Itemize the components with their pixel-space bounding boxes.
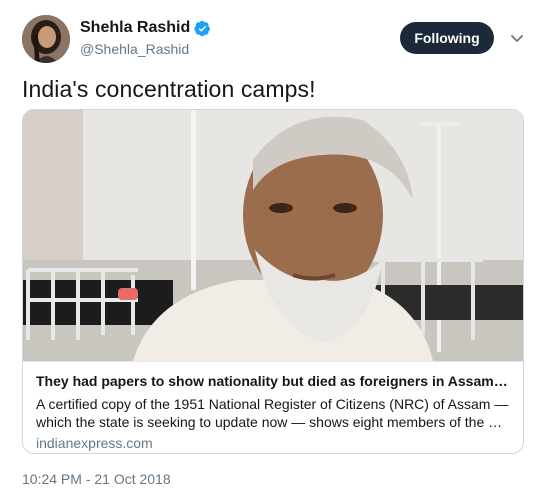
display-name[interactable]: Shehla Rashid (80, 18, 190, 38)
tweet-timestamp[interactable]: 10:24 PM - 21 Oct 2018 (22, 470, 171, 488)
card-description-line: A certified copy of the 1951 National Re… (36, 396, 509, 412)
chevron-down-icon[interactable] (508, 29, 526, 47)
card-image (23, 110, 523, 361)
card-description-line: which the state is seeking to update now… (36, 414, 511, 430)
card-description: A certified copy of the 1951 National Re… (36, 395, 511, 431)
author-names: Shehla Rashid @Shehla_Rashid (80, 18, 211, 58)
following-button[interactable]: Following (400, 22, 494, 54)
verified-badge-icon (194, 20, 211, 37)
card-title[interactable]: They had papers to show nationality but … (36, 372, 511, 390)
card-body: They had papers to show nationality but … (23, 361, 523, 453)
tweet-text: India's concentration camps! (22, 76, 316, 102)
author-handle[interactable]: @Shehla_Rashid (80, 40, 211, 58)
avatar-image (22, 15, 70, 63)
card-domain: indianexpress.com (36, 435, 153, 451)
avatar[interactable] (22, 15, 70, 63)
link-card[interactable]: They had papers to show nationality but … (22, 109, 524, 454)
tweet-header: Shehla Rashid @Shehla_Rashid Following (22, 15, 530, 63)
